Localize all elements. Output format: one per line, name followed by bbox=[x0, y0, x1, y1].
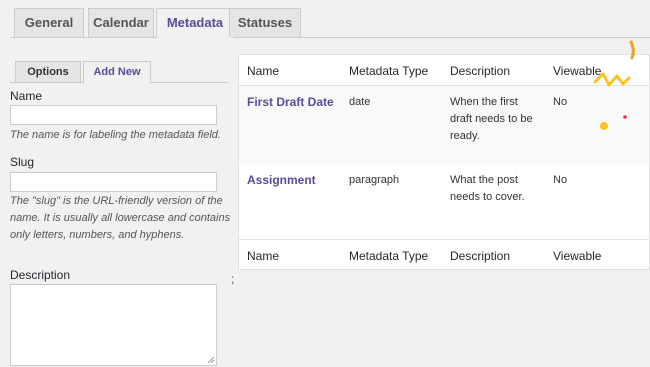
description-label: Description bbox=[10, 268, 71, 282]
row-viewable: No bbox=[553, 96, 568, 108]
row-viewable: No bbox=[553, 174, 568, 186]
table-footer: Name Metadata Type Description Viewable bbox=[239, 240, 649, 270]
confetti-decoration-icon bbox=[593, 40, 635, 130]
col-footer-description: Description bbox=[450, 249, 511, 263]
tab-calendar[interactable]: Calendar bbox=[88, 8, 154, 37]
row-description: What the post needs to cover. bbox=[450, 174, 525, 203]
resize-grip-icon[interactable] bbox=[207, 356, 215, 364]
slug-help-text: The "slug" is the URL-friendly version o… bbox=[10, 195, 231, 241]
metadata-subtabs: Options Add New bbox=[10, 61, 228, 83]
tab-metadata[interactable]: Metadata bbox=[156, 8, 234, 38]
tabs-divider bbox=[10, 37, 650, 38]
tab-general[interactable]: General bbox=[14, 8, 84, 37]
col-footer-type: Metadata Type bbox=[349, 249, 429, 263]
table-row: Assignment paragraph What the post needs… bbox=[239, 164, 649, 240]
metadata-table: Name Metadata Type Description Viewable … bbox=[238, 54, 650, 270]
name-label: Name bbox=[10, 89, 43, 103]
col-header-name[interactable]: Name bbox=[247, 64, 279, 78]
tab-add-new[interactable]: Add New bbox=[83, 61, 151, 83]
col-footer-name[interactable]: Name bbox=[247, 249, 279, 263]
col-header-description: Description bbox=[450, 64, 511, 78]
table-row: First Draft Date date When the first dra… bbox=[239, 86, 649, 164]
slug-label: Slug bbox=[10, 155, 35, 169]
slug-input[interactable] bbox=[10, 172, 217, 192]
row-type: date bbox=[349, 96, 371, 108]
name-input[interactable] bbox=[10, 105, 217, 125]
col-header-type: Metadata Type bbox=[349, 64, 429, 78]
row-name-link[interactable]: First Draft Date bbox=[247, 94, 334, 111]
row-type: paragraph bbox=[349, 174, 400, 186]
col-footer-viewable: Viewable bbox=[553, 249, 602, 263]
tab-options[interactable]: Options bbox=[15, 61, 81, 82]
tab-statuses[interactable]: Statuses bbox=[229, 8, 301, 37]
stray-semicolon: ; bbox=[231, 272, 235, 286]
row-name-link[interactable]: Assignment bbox=[247, 172, 316, 189]
table-header: Name Metadata Type Description Viewable bbox=[239, 55, 649, 85]
settings-tabs: General Calendar Metadata Statuses bbox=[10, 8, 650, 38]
name-help-text: The name is for labeling the metadata fi… bbox=[10, 129, 221, 141]
row-description: When the first draft needs to be ready. bbox=[450, 96, 533, 142]
description-textarea[interactable] bbox=[10, 284, 217, 366]
